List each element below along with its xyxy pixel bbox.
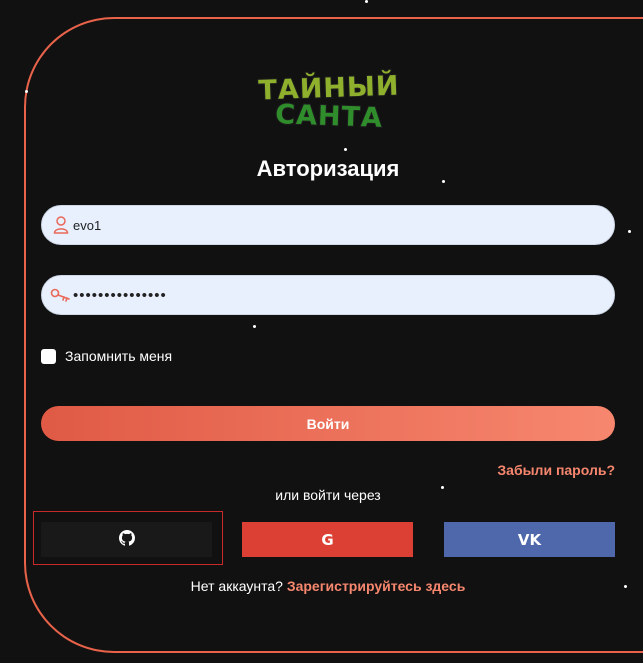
snow-dot (628, 230, 631, 233)
remember-checkbox[interactable] (41, 348, 56, 364)
register-prompt: Нет аккаунта? Зарегистрируйтесь здесь (0, 578, 643, 594)
snow-dot (25, 90, 28, 93)
logo: ТАЙНЫЙ САНТА (256, 70, 402, 138)
github-login-button[interactable] (41, 522, 212, 557)
key-icon (46, 288, 76, 302)
google-icon: G (321, 530, 334, 549)
password-field[interactable] (41, 275, 615, 315)
login-input[interactable] (73, 217, 614, 233)
login-button[interactable]: Войти (41, 406, 615, 441)
forgot-password-link[interactable]: Забыли пароль? (497, 462, 615, 478)
vk-icon: VK (517, 530, 542, 549)
logo-line-2: САНТА (274, 98, 385, 135)
user-icon (46, 216, 76, 234)
or-login-with-label: или войти через (275, 487, 381, 503)
vk-login-button[interactable]: VK (444, 522, 615, 557)
password-input[interactable] (73, 286, 614, 304)
login-field[interactable] (41, 205, 615, 245)
register-prefix: Нет аккаунта? (190, 578, 283, 594)
snow-dot (344, 148, 347, 151)
google-login-button[interactable]: G (242, 522, 413, 557)
snow-dot (253, 325, 256, 328)
remember-me[interactable]: Запомнить меня (41, 348, 172, 364)
register-link[interactable]: Зарегистрируйтесь здесь (287, 578, 465, 594)
remember-label: Запомнить меня (65, 348, 173, 364)
github-icon (118, 529, 135, 550)
snow-dot (365, 0, 368, 3)
page-title: Авторизация (256, 156, 400, 181)
